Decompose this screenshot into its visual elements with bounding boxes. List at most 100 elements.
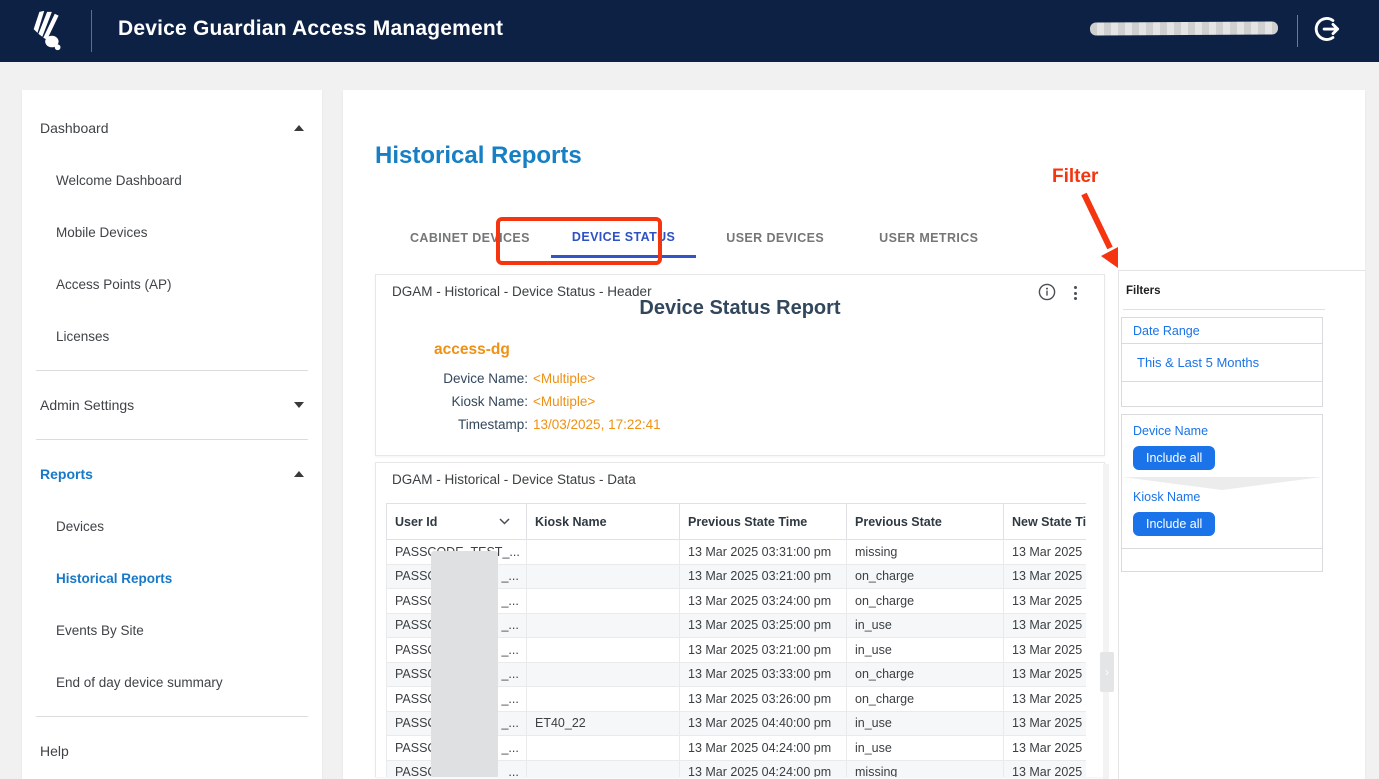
cell-prev-time: 13 Mar 2025 04:24:00 pm: [680, 760, 847, 777]
cell-prev-time: 13 Mar 2025 03:24:00 pm: [680, 589, 847, 614]
cell-new-time: 13 Mar 2025 0: [1004, 711, 1087, 736]
cell-kiosk: [527, 540, 680, 565]
cell-new-time: 13 Mar 2025 0: [1004, 613, 1087, 638]
annotation-filter-label: Filter: [1052, 166, 1098, 188]
cell-new-time: 13 Mar 2025 0: [1004, 638, 1087, 663]
app-title: Device Guardian Access Management: [118, 17, 503, 41]
cell-new-time: 13 Mar 2025 0: [1004, 564, 1087, 589]
kebab-menu-icon[interactable]: [1068, 284, 1082, 302]
cell-prev-state: on_charge: [847, 589, 1004, 614]
page-title: Historical Reports: [375, 142, 1365, 170]
report-data-card: DGAM - Historical - Device Status - Data…: [375, 462, 1105, 777]
sidebar-item-welcome-dashboard[interactable]: Welcome Dashboard: [22, 154, 322, 206]
site-name: access-dg: [434, 341, 510, 359]
kiosk-name-filter-label: Kiosk Name: [1122, 490, 1322, 504]
sidebar-item-licenses[interactable]: Licenses: [22, 310, 322, 362]
tab-device-status[interactable]: DEVICE STATUS: [551, 218, 696, 258]
topbar: Device Guardian Access Management: [0, 0, 1379, 62]
cell-kiosk: [527, 662, 680, 687]
cell-kiosk: [527, 564, 680, 589]
filters-title: Filters: [1126, 285, 1365, 297]
cell-kiosk: [527, 760, 680, 777]
cell-prev-state: in_use: [847, 638, 1004, 663]
cell-prev-state: in_use: [847, 711, 1004, 736]
cell-new-time: 13 Mar 2025 0: [1004, 736, 1087, 761]
cell-new-time: 13 Mar 2025 0: [1004, 687, 1087, 712]
user-id-redaction-overlay: [431, 551, 498, 777]
sidebar-item-admin-settings[interactable]: Admin Settings: [22, 379, 322, 431]
cell-prev-time: 13 Mar 2025 03:33:00 pm: [680, 662, 847, 687]
sidebar-item-historical-reports[interactable]: Historical Reports: [22, 552, 322, 604]
column-header-previous-state[interactable]: Previous State: [847, 504, 1004, 540]
panel-expand-handle[interactable]: ›: [1100, 652, 1114, 692]
cell-new-time: 13 Mar 2025 0: [1004, 540, 1087, 565]
caret-up-icon: [294, 471, 304, 477]
field-kiosk-name: Kiosk Name: <Multiple>: [376, 390, 661, 413]
column-header-kiosk-name[interactable]: Kiosk Name: [527, 504, 680, 540]
cell-prev-state: missing: [847, 760, 1004, 777]
chevron-down-icon: [499, 518, 510, 525]
cell-prev-state: in_use: [847, 736, 1004, 761]
filter-fold-divider: [1122, 477, 1322, 490]
sidebar-item-devices[interactable]: Devices: [22, 500, 322, 552]
cell-new-time: 13 Mar 2025 0: [1004, 662, 1087, 687]
sidebar-item-reports[interactable]: Reports: [22, 448, 322, 500]
cell-kiosk: [527, 589, 680, 614]
sidebar-item-access-points[interactable]: Access Points (AP): [22, 258, 322, 310]
date-range-empty-row: [1122, 382, 1322, 406]
cell-new-time: 13 Mar 2025 0: [1004, 589, 1087, 614]
name-filters-empty-row: [1122, 548, 1322, 571]
cell-prev-time: 13 Mar 2025 04:24:00 pm: [680, 736, 847, 761]
device-name-filter-label: Device Name: [1122, 424, 1322, 438]
page: Device Guardian Access Management Dashbo…: [0, 0, 1379, 779]
tab-user-devices[interactable]: USER DEVICES: [705, 218, 845, 258]
report-tabs: CABINET DEVICES DEVICE STATUS USER DEVIC…: [389, 218, 1365, 258]
date-range-filter: Date Range This & Last 5 Months: [1121, 317, 1323, 407]
table-header-row: User Id Kiosk Name Previous State Time P…: [387, 504, 1087, 540]
column-header-previous-state-time[interactable]: Previous State Time: [680, 504, 847, 540]
panel-resize-track: [1103, 464, 1109, 779]
topbar-divider-2: [1297, 15, 1298, 47]
date-range-value[interactable]: This & Last 5 Months: [1122, 344, 1322, 382]
tab-user-metrics[interactable]: USER METRICS: [858, 218, 999, 258]
device-name-include-all-button[interactable]: Include all: [1133, 446, 1215, 470]
sidebar-item-end-of-day-summary[interactable]: End of day device summary: [22, 656, 322, 708]
date-range-label[interactable]: Date Range: [1122, 318, 1322, 344]
main-content: Historical Reports CABINET DEVICES DEVIC…: [343, 90, 1365, 779]
topbar-divider: [91, 10, 92, 52]
sidebar-item-dashboard[interactable]: Dashboard: [22, 102, 322, 154]
cell-kiosk: [527, 638, 680, 663]
cell-kiosk: [527, 687, 680, 712]
kiosk-name-include-all-button[interactable]: Include all: [1133, 512, 1215, 536]
tab-cabinet-devices[interactable]: CABINET DEVICES: [389, 218, 551, 258]
user-email-redacted: [1090, 22, 1278, 36]
cell-prev-time: 13 Mar 2025 03:21:00 pm: [680, 638, 847, 663]
chart-section-title: DGAM - Historical - Device Status - Data: [392, 472, 636, 487]
zebra-logo-icon: [26, 8, 72, 54]
report-header-card: DGAM - Historical - Device Status - Head…: [375, 274, 1105, 456]
column-header-user-id[interactable]: User Id: [387, 504, 527, 540]
filters-divider: [1123, 309, 1325, 310]
cell-prev-time: 13 Mar 2025 04:40:00 pm: [680, 711, 847, 736]
cell-prev-state: on_charge: [847, 662, 1004, 687]
sidebar-divider: [36, 716, 308, 717]
cell-kiosk: [527, 736, 680, 761]
caret-down-icon: [294, 402, 304, 408]
name-filters-box: Device Name Include all Kiosk Name Inclu…: [1121, 414, 1323, 572]
sidebar-divider: [36, 439, 308, 440]
sidebar-item-help[interactable]: Help: [22, 725, 322, 777]
cell-prev-time: 13 Mar 2025 03:25:00 pm: [680, 613, 847, 638]
sidebar-item-mobile-devices[interactable]: Mobile Devices: [22, 206, 322, 258]
sidebar-item-events-by-site[interactable]: Events By Site: [22, 604, 322, 656]
logout-icon[interactable]: [1310, 14, 1342, 46]
report-title: Device Status Report: [376, 297, 1104, 320]
filter-panel: Filters Date Range This & Last 5 Months …: [1118, 270, 1365, 779]
field-timestamp: Timestamp: 13/03/2025, 17:22:41: [376, 413, 661, 436]
sidebar: Dashboard Welcome Dashboard Mobile Devic…: [22, 90, 322, 779]
column-header-new-state-time[interactable]: New State Time: [1004, 504, 1087, 540]
sidebar-divider: [36, 370, 308, 371]
info-icon[interactable]: [1038, 283, 1056, 301]
cell-new-time: 13 Mar 2025 0: [1004, 760, 1087, 777]
field-device-name: Device Name: <Multiple>: [376, 367, 661, 390]
cell-prev-state: in_use: [847, 613, 1004, 638]
